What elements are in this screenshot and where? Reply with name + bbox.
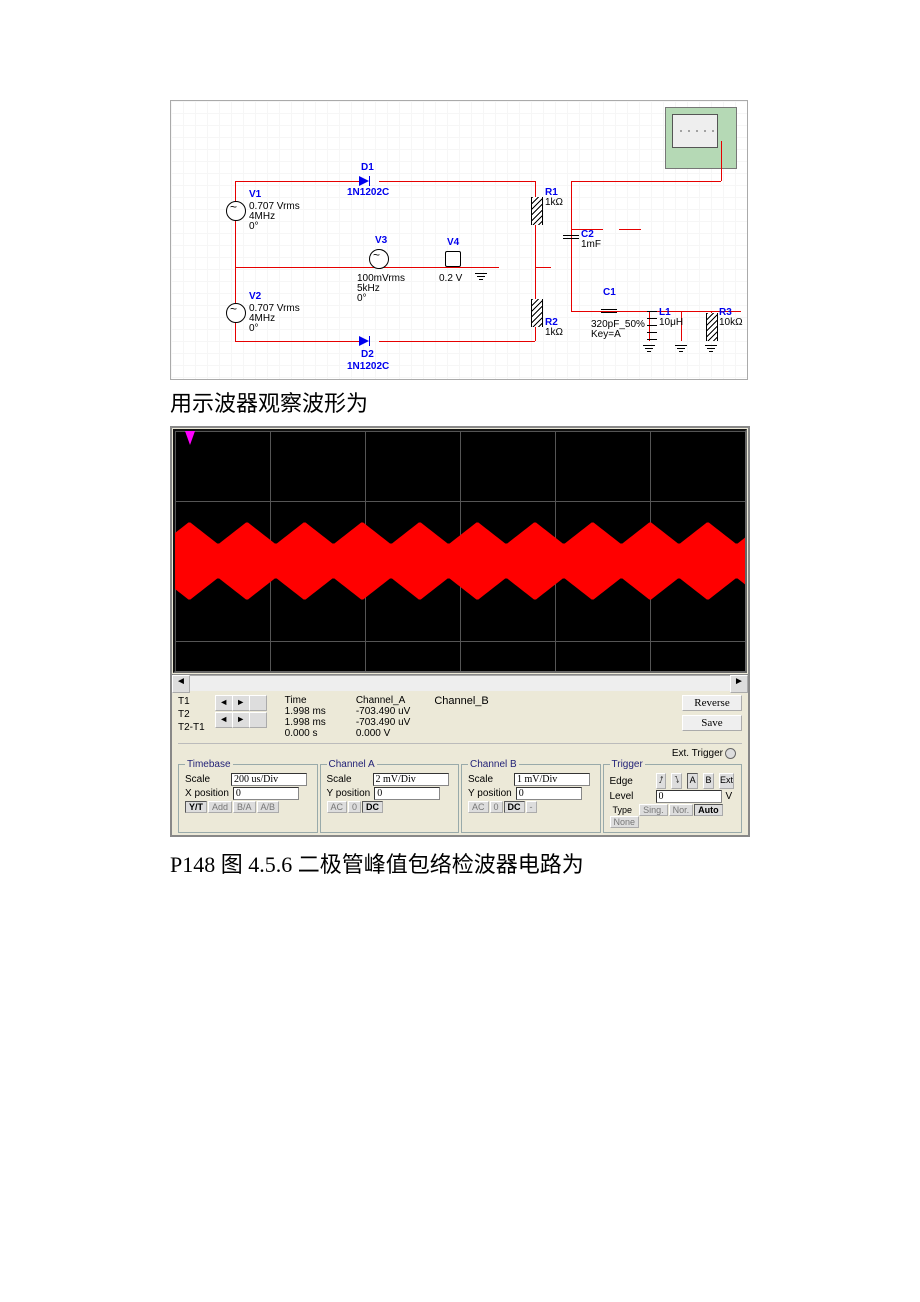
- trigger-type-buttons[interactable]: Type Sing.Nor.AutoNone: [610, 804, 736, 828]
- oscilloscope-icon: Ext Trig: [665, 107, 737, 169]
- trigger-level-unit: V: [726, 791, 733, 802]
- ground-icon: [705, 345, 717, 352]
- resistor-r3: [706, 313, 718, 341]
- trigger-level-input[interactable]: [656, 790, 722, 803]
- cursor-labels: T1 T2 T2-T1: [178, 695, 205, 734]
- part-d1: 1N1202C: [347, 187, 389, 198]
- trigger-edge-label: Edge: [610, 776, 652, 787]
- measurement-readout: Time 1.998 ms 1.998 ms 0.000 s Channel_A…: [285, 695, 411, 739]
- ref-v4: V4: [447, 237, 459, 248]
- source-v1: [226, 201, 246, 221]
- capacitor-c1: [601, 309, 617, 315]
- scope-screen: [173, 429, 747, 673]
- val-v2-3: 0°: [249, 323, 259, 334]
- chb-coupling-buttons[interactable]: AC0DC-: [468, 801, 594, 813]
- cha-scale-input[interactable]: [373, 773, 449, 786]
- trigger-legend: Trigger: [610, 759, 645, 770]
- val-l1: 10μH: [659, 317, 683, 328]
- reverse-button[interactable]: Reverse: [682, 695, 742, 711]
- cursor-marker-icon[interactable]: [185, 431, 195, 445]
- ref-d1: D1: [361, 162, 374, 173]
- cha-ypos-input[interactable]: [374, 787, 440, 800]
- chb-ypos-input[interactable]: [516, 787, 582, 800]
- source-v2: [226, 303, 246, 323]
- diode-d1: [359, 176, 369, 186]
- cha-coupling-buttons[interactable]: AC0DC: [327, 801, 453, 813]
- timebase-xpos-label: X position: [185, 788, 229, 799]
- ground-icon: [675, 345, 687, 352]
- ref-v2: V2: [249, 291, 261, 302]
- timebase-legend: Timebase: [185, 759, 233, 770]
- scroll-right-icon[interactable]: ►: [730, 675, 748, 693]
- key-c1: Key=A: [591, 329, 621, 340]
- chb-ypos-label: Y position: [468, 788, 512, 799]
- cursor-t1-right-button[interactable]: ►: [232, 695, 250, 711]
- timebase-mode-buttons[interactable]: Y/TAddB/AA/B: [185, 801, 311, 813]
- source-v3: [369, 249, 389, 269]
- ref-d2: D2: [361, 349, 374, 360]
- cursor-t2-right-button[interactable]: ►: [232, 712, 250, 728]
- val-v1-3: 0°: [249, 221, 259, 232]
- channel-a-group: Channel A Scale Y position AC0DC: [320, 759, 460, 833]
- caption-1: 用示波器观察波形为: [170, 386, 750, 418]
- cha-ypos-label: Y position: [327, 788, 371, 799]
- trigger-src-ext-button[interactable]: Ext: [719, 773, 734, 789]
- val-v3-3: 0°: [357, 293, 367, 304]
- timebase-group: Timebase Scale X position Y/TAddB/AA/B: [178, 759, 318, 833]
- ext-trigger-lamp-icon: [725, 748, 736, 759]
- capacitor-c2: [563, 235, 579, 241]
- trigger-level-label: Level: [610, 791, 652, 802]
- channel-b-group: Channel B Scale Y position AC0DC-: [461, 759, 601, 833]
- chb-scale-input[interactable]: [514, 773, 590, 786]
- val-r3: 10kΩ: [719, 317, 743, 328]
- cha-scale-label: Scale: [327, 774, 369, 785]
- chb-scale-label: Scale: [468, 774, 510, 785]
- part-d2: 1N1202C: [347, 361, 389, 372]
- source-v4: [445, 251, 461, 267]
- val-r2: 1kΩ: [545, 327, 563, 338]
- caption-2: P148 图 4.5.6 二极管峰值包络检波器电路为: [170, 847, 750, 879]
- ground-icon: [643, 345, 655, 352]
- horizontal-scrollbar[interactable]: ◄ ►: [172, 674, 748, 691]
- ch-a-legend: Channel A: [327, 759, 377, 770]
- waveform-trace: [175, 511, 747, 611]
- trigger-src-a-button[interactable]: A: [687, 773, 698, 789]
- timebase-scale-label: Scale: [185, 774, 227, 785]
- ch-b-legend: Channel B: [468, 759, 519, 770]
- save-button[interactable]: Save: [682, 715, 742, 731]
- ext-trigger-label: Ext. Trigger: [178, 748, 742, 759]
- scroll-left-icon[interactable]: ◄: [172, 675, 190, 693]
- edge-falling-icon[interactable]: ⭝: [671, 773, 682, 789]
- val-r1: 1kΩ: [545, 197, 563, 208]
- timebase-scale-input[interactable]: [231, 773, 307, 786]
- circuit-schematic: Ext Trig D1 1N1202C D2 1N1202C: [170, 100, 748, 380]
- diode-d2: [359, 336, 369, 346]
- cursor-t1-left-button[interactable]: ◄: [215, 695, 233, 711]
- oscilloscope-window: ◄ ► T1 T2 T2-T1 ◄► ◄► Time 1.998 ms: [170, 426, 750, 837]
- val-v4: 0.2 V: [439, 273, 462, 284]
- ref-v3: V3: [375, 235, 387, 246]
- edge-rising-icon[interactable]: ⭜: [656, 773, 667, 789]
- inductor-l1: [647, 311, 657, 341]
- val-c2: 1mF: [581, 239, 601, 250]
- ground-icon: [475, 273, 487, 280]
- channel-b-header: Channel_B: [434, 695, 488, 707]
- trigger-src-b-button[interactable]: B: [703, 773, 714, 789]
- resistor-r1: [531, 197, 543, 225]
- trigger-group: Trigger Edge ⭜ ⭝ A B Ext Level V: [603, 759, 743, 833]
- resistor-r2: [531, 299, 543, 327]
- ref-v1: V1: [249, 189, 261, 200]
- timebase-xpos-input[interactable]: [233, 787, 299, 800]
- cursor-t2-left-button[interactable]: ◄: [215, 712, 233, 728]
- ref-c1: C1: [603, 287, 616, 298]
